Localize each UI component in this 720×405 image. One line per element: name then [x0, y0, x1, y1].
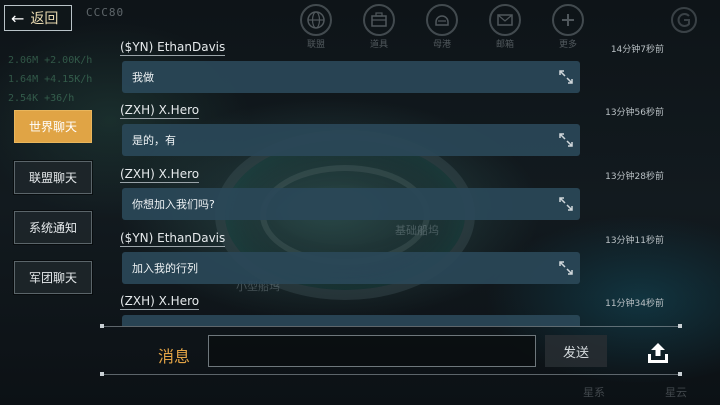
divider-corner: [678, 324, 682, 328]
message-timestamp: 11分钟34秒前: [605, 299, 664, 309]
message-bubble: 是的，有: [122, 124, 580, 156]
divider-corner: [678, 372, 682, 376]
message-label: 消息: [158, 347, 191, 366]
chat-message: ($YN) EthanDavis 14分钟7秒前 我做: [102, 40, 682, 93]
message-timestamp: 13分钟28秒前: [605, 172, 664, 182]
helmet-icon: [426, 4, 458, 36]
plus-circle-icon: [552, 4, 584, 36]
divider-corner: [100, 324, 104, 328]
message-timestamp: 13分钟11秒前: [605, 236, 664, 246]
send-button[interactable]: 发送: [545, 335, 607, 367]
message-timestamp: 14分钟7秒前: [610, 45, 664, 55]
message-sender[interactable]: (ZXH) X.Hero: [120, 103, 200, 119]
message-bubble: 加入我的行列: [122, 252, 580, 284]
back-button-label: 返回: [30, 11, 59, 27]
chat-message-list[interactable]: ($YN) EthanDavis 14分钟7秒前 我做 (ZXH) X.Hero…: [102, 36, 682, 326]
player-code: CCC80: [86, 6, 125, 19]
tab-alliance-chat[interactable]: 联盟聊天: [14, 161, 92, 194]
chat-message: (ZXH) X.Hero 13分钟28秒前 你想加入我们吗?: [102, 167, 682, 220]
mail-icon: [489, 4, 521, 36]
resource-line: 1.64M +4.15K/h: [8, 74, 93, 85]
message-text: 是的，有: [132, 134, 176, 147]
message-bubble: 你想加入我们吗?: [122, 188, 580, 220]
chat-message: (ZXH) X.Hero 11分钟34秒前: [102, 294, 682, 326]
globe-icon: [300, 4, 332, 36]
background-label-galaxy: 星系: [583, 386, 605, 399]
message-timestamp: 13分钟56秒前: [605, 108, 664, 118]
resource-line: 2.06M +2.00K/h: [8, 55, 93, 66]
divider-corner: [100, 372, 104, 376]
expand-icon[interactable]: [558, 260, 574, 276]
message-sender[interactable]: (ZXH) X.Hero: [120, 294, 200, 310]
tab-legion-chat[interactable]: 军团聊天: [14, 261, 92, 294]
resource-line: 2.54K +36/h: [8, 93, 75, 104]
chat-message: ($YN) EthanDavis 13分钟11秒前 加入我的行列: [102, 231, 682, 284]
message-bubble: 我做: [122, 61, 580, 93]
message-text: 我做: [132, 71, 154, 84]
message-text: 你想加入我们吗?: [132, 198, 215, 211]
tab-system-notice[interactable]: 系统通知: [14, 211, 92, 244]
background-label-nebula: 星云: [665, 386, 687, 399]
expand-icon[interactable]: [558, 132, 574, 148]
expand-icon[interactable]: [558, 69, 574, 85]
share-upload-icon[interactable]: [645, 340, 671, 366]
back-button[interactable]: ← 返回: [4, 5, 72, 31]
tab-world-chat[interactable]: 世界聊天: [14, 110, 92, 143]
message-input[interactable]: [208, 335, 536, 367]
message-text: 加入我的行列: [132, 262, 198, 275]
message-sender[interactable]: ($YN) EthanDavis: [120, 40, 226, 56]
expand-icon[interactable]: [558, 196, 574, 212]
message-sender[interactable]: (ZXH) X.Hero: [120, 167, 200, 183]
chat-message: (ZXH) X.Hero 13分钟56秒前 是的，有: [102, 103, 682, 156]
chat-divider-bottom: [102, 374, 680, 375]
back-arrow-icon: ←: [11, 8, 25, 28]
game-logo-icon: [656, 4, 700, 39]
message-bubble: [122, 315, 580, 326]
toolbox-icon: [363, 4, 395, 36]
message-sender[interactable]: ($YN) EthanDavis: [120, 231, 226, 247]
chat-divider-top: [102, 326, 680, 327]
